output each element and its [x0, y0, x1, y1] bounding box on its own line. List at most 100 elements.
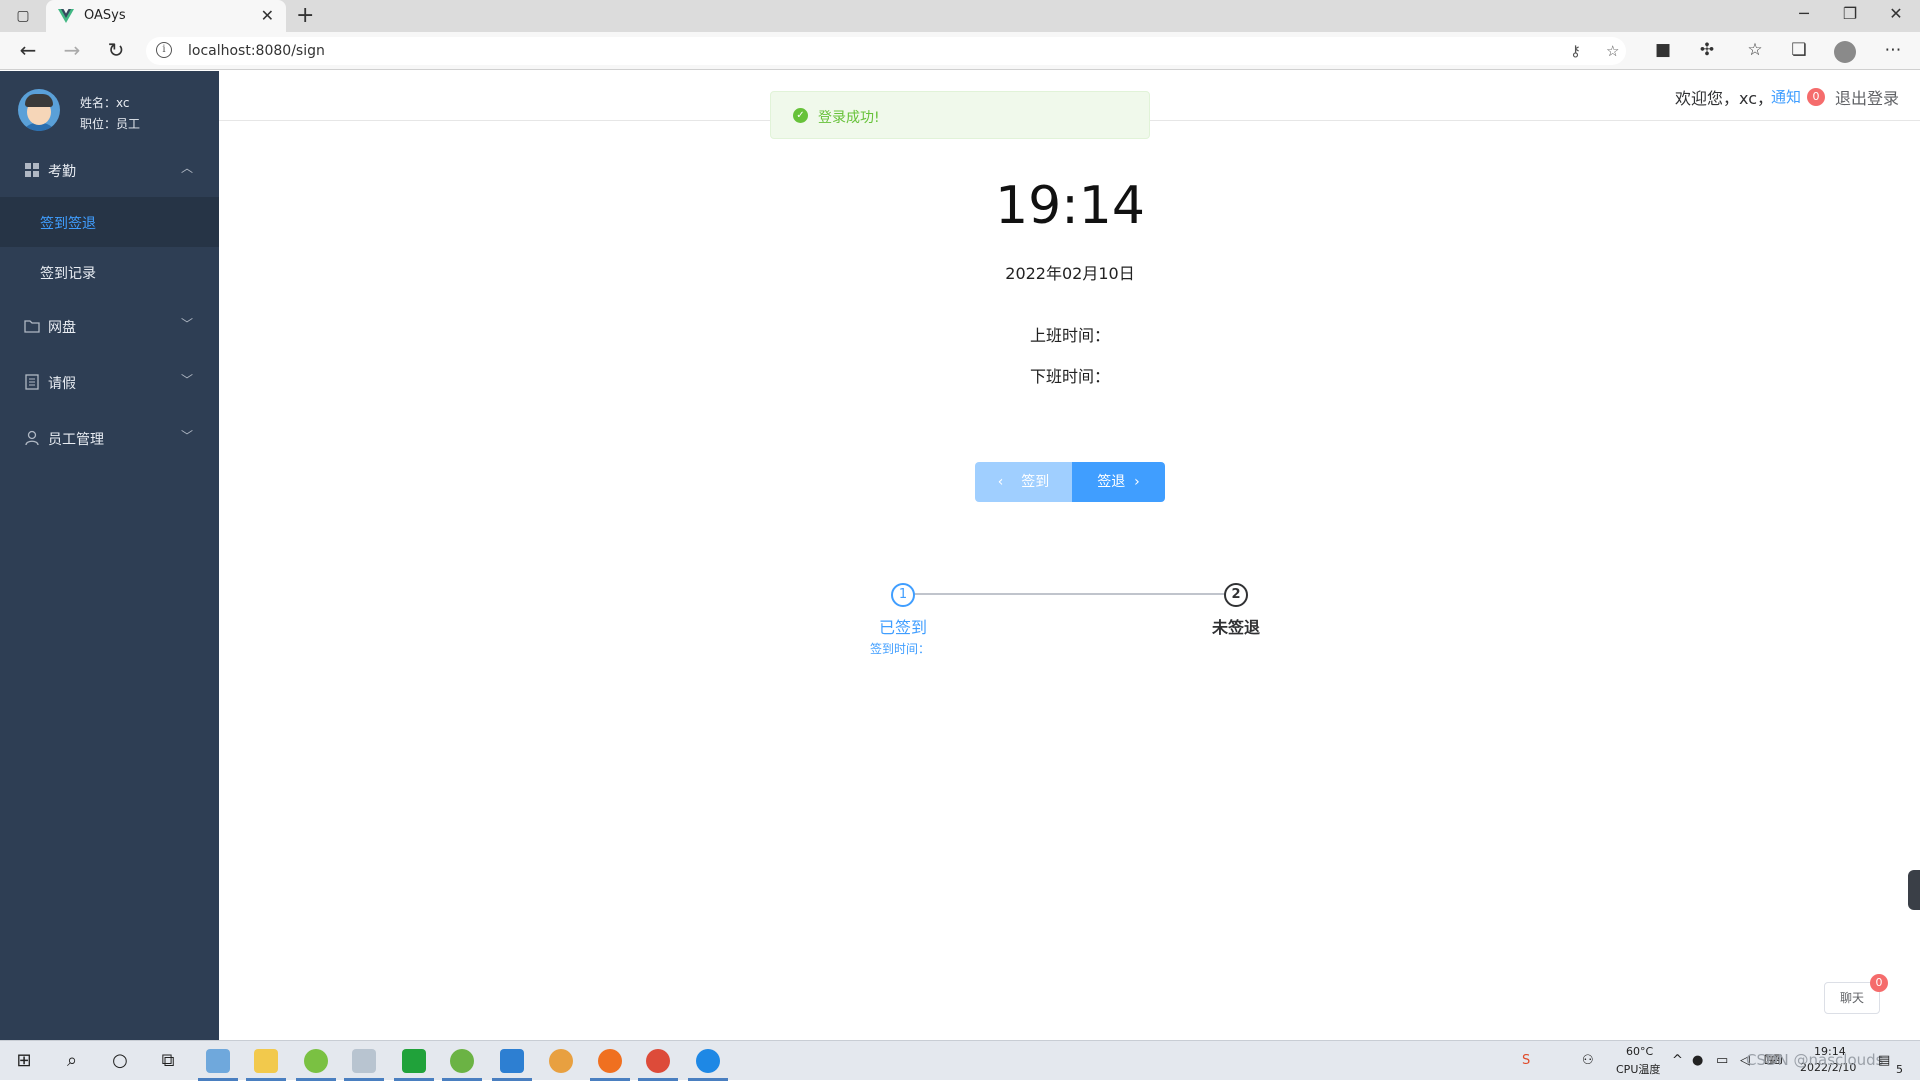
cortana-icon[interactable]: ○: [106, 1047, 134, 1075]
menu-label: 请假: [48, 376, 76, 392]
menu-netdisk[interactable]: 网盘 ﹀: [0, 301, 219, 351]
browser-tab[interactable]: OASys ✕: [46, 0, 286, 32]
chat-badge: 0: [1870, 974, 1888, 992]
step-1-circle: 1: [891, 583, 915, 607]
profile-avatar[interactable]: [1834, 41, 1856, 63]
side-drawer-handle[interactable]: [1908, 870, 1920, 910]
app-icon-1[interactable]: [206, 1049, 230, 1073]
sign-button-group: ‹ 签到 签退 ›: [975, 462, 1165, 502]
notification-center-icon[interactable]: ▤: [1878, 1053, 1890, 1068]
chevron-right-icon: ›: [1134, 474, 1140, 490]
sub-label: 签到签退: [40, 216, 96, 232]
spring-icon[interactable]: [450, 1049, 474, 1073]
meeting-app-icon[interactable]: [500, 1049, 524, 1073]
file-explorer-icon[interactable]: [254, 1049, 278, 1073]
end-time-label: 下班时间：: [1030, 367, 1111, 386]
hbuilder-icon[interactable]: [402, 1049, 426, 1073]
chevron-up-icon[interactable]: ^: [1672, 1053, 1683, 1068]
chevron-down-icon: ﹀: [180, 373, 193, 387]
new-tab-icon[interactable]: +: [296, 3, 314, 28]
sign-in-label: 签到: [1021, 474, 1050, 490]
sidebar-item-sign-records[interactable]: 签到记录: [0, 247, 219, 297]
current-time: 19:14: [995, 176, 1145, 236]
chevron-up-icon: ︿: [180, 161, 193, 175]
notification-count: 5: [1896, 1063, 1903, 1076]
user-icon: [25, 430, 39, 446]
network-icon[interactable]: ▭: [1716, 1053, 1728, 1068]
reload-icon[interactable]: ↻: [102, 40, 130, 60]
tab-actions-icon[interactable]: ▢: [12, 8, 34, 24]
people-icon[interactable]: ⚇: [1582, 1053, 1594, 1068]
notify-badge: 0: [1807, 88, 1825, 106]
chevron-left-icon: ‹: [997, 474, 1004, 490]
minimize-icon[interactable]: ─: [1782, 4, 1826, 23]
app-icon-9[interactable]: [598, 1049, 622, 1073]
step-2-title: 未签退: [1211, 618, 1260, 637]
menu-leave[interactable]: 请假 ﹀: [0, 357, 219, 407]
back-icon[interactable]: ←: [14, 40, 42, 60]
sidebar-item-sign[interactable]: 签到签退: [0, 197, 219, 247]
welcome-text: 欢迎您，xc，: [1675, 89, 1773, 108]
key-icon[interactable]: ⚷: [1570, 42, 1581, 60]
step-1-title: 已签到: [878, 618, 927, 637]
logout-link[interactable]: 退出登录: [1835, 85, 1899, 109]
close-window-icon[interactable]: ✕: [1874, 4, 1918, 23]
watermark: CSDN @nasclouds: [1746, 1051, 1884, 1069]
tab-title: OASys: [84, 8, 126, 23]
sign-in-button[interactable]: ‹ 签到: [975, 462, 1072, 502]
more-menu-icon[interactable]: ⋯: [1880, 40, 1906, 60]
collections-icon[interactable]: ❏: [1786, 40, 1812, 60]
user-name: 姓名：xc: [80, 96, 130, 110]
user-role: 职位：员工: [80, 117, 141, 131]
app-icon-4[interactable]: [352, 1049, 376, 1073]
edge-icon[interactable]: [696, 1049, 720, 1073]
site-info-icon[interactable]: i: [156, 42, 172, 58]
vue-logo-icon: [58, 9, 74, 23]
menu-staff[interactable]: 员工管理 ﹀: [0, 413, 219, 463]
csdn-tray-icon[interactable]: S: [1522, 1053, 1530, 1068]
chevron-down-icon: ﹀: [180, 429, 193, 443]
sign-steps: 1 2 已签到 签到时间： 未签退: [870, 580, 1270, 670]
address-bar[interactable]: i localhost:8080/sign ⚷ ☆: [146, 37, 1626, 65]
restore-icon[interactable]: ❐: [1828, 4, 1872, 23]
close-tab-icon[interactable]: ✕: [261, 6, 274, 25]
menu-label: 考勤: [48, 164, 76, 180]
user-card: 姓名：xc 职位：员工: [0, 71, 219, 147]
current-date: 2022年02月10日: [1005, 264, 1135, 283]
sign-out-button[interactable]: 签退 ›: [1072, 462, 1165, 502]
puzzle-icon[interactable]: ✣: [1694, 40, 1720, 60]
avatar: [18, 89, 60, 131]
browser-toolbar: ← → ↻ i localhost:8080/sign ⚷ ☆ ■ ✣ ☆ ❏ …: [0, 32, 1920, 70]
extension-icon[interactable]: ■: [1650, 40, 1676, 60]
step-1-desc: 签到时间：: [869, 642, 930, 656]
windows-taskbar: ⊞ ⌕ ○ ⧉ S ⚇ 60°C CPU温度 ^ ● ▭ ◁ ⌨ 19:14 2…: [0, 1040, 1920, 1081]
windows-start-icon[interactable]: ⊞: [10, 1047, 38, 1075]
menu-attendance[interactable]: 考勤 ︿: [0, 145, 219, 195]
navicat-icon[interactable]: [549, 1049, 573, 1073]
menu-label: 网盘: [48, 320, 76, 336]
step-2-circle: 2: [1224, 583, 1248, 607]
forward-icon[interactable]: →: [58, 40, 86, 60]
notify-link[interactable]: 通知: [1771, 86, 1801, 107]
chrome-icon[interactable]: [646, 1049, 670, 1073]
step-connector: [908, 593, 1234, 595]
start-time-label: 上班时间：: [1030, 326, 1111, 345]
search-icon[interactable]: ⌕: [58, 1047, 86, 1075]
check-circle-icon: ✓: [793, 108, 808, 123]
browser-tab-bar: ▢ OASys ✕ + ─ ❐ ✕: [0, 0, 1920, 32]
favorites-icon[interactable]: ☆: [1742, 40, 1768, 60]
app-icon-3[interactable]: [304, 1049, 328, 1073]
grid-icon: [25, 163, 39, 177]
menu-label: 员工管理: [48, 432, 104, 448]
success-toast: ✓ 登录成功!: [770, 91, 1150, 139]
cpu-temp: 60°C: [1626, 1045, 1654, 1058]
chevron-down-icon: ﹀: [180, 317, 193, 331]
document-icon: [25, 374, 39, 390]
favorite-add-icon[interactable]: ☆: [1606, 42, 1619, 60]
folder-icon: [24, 320, 40, 333]
task-view-icon[interactable]: ⧉: [154, 1047, 182, 1075]
url-text[interactable]: localhost:8080/sign: [188, 43, 325, 59]
sidebar: 姓名：xc 职位：员工 考勤 ︿ 签到签退 签到记录 网盘 ﹀ 请假 ﹀ 员工管…: [0, 71, 219, 1040]
qq-icon[interactable]: ●: [1692, 1053, 1703, 1068]
sign-out-label: 签退: [1097, 474, 1126, 490]
